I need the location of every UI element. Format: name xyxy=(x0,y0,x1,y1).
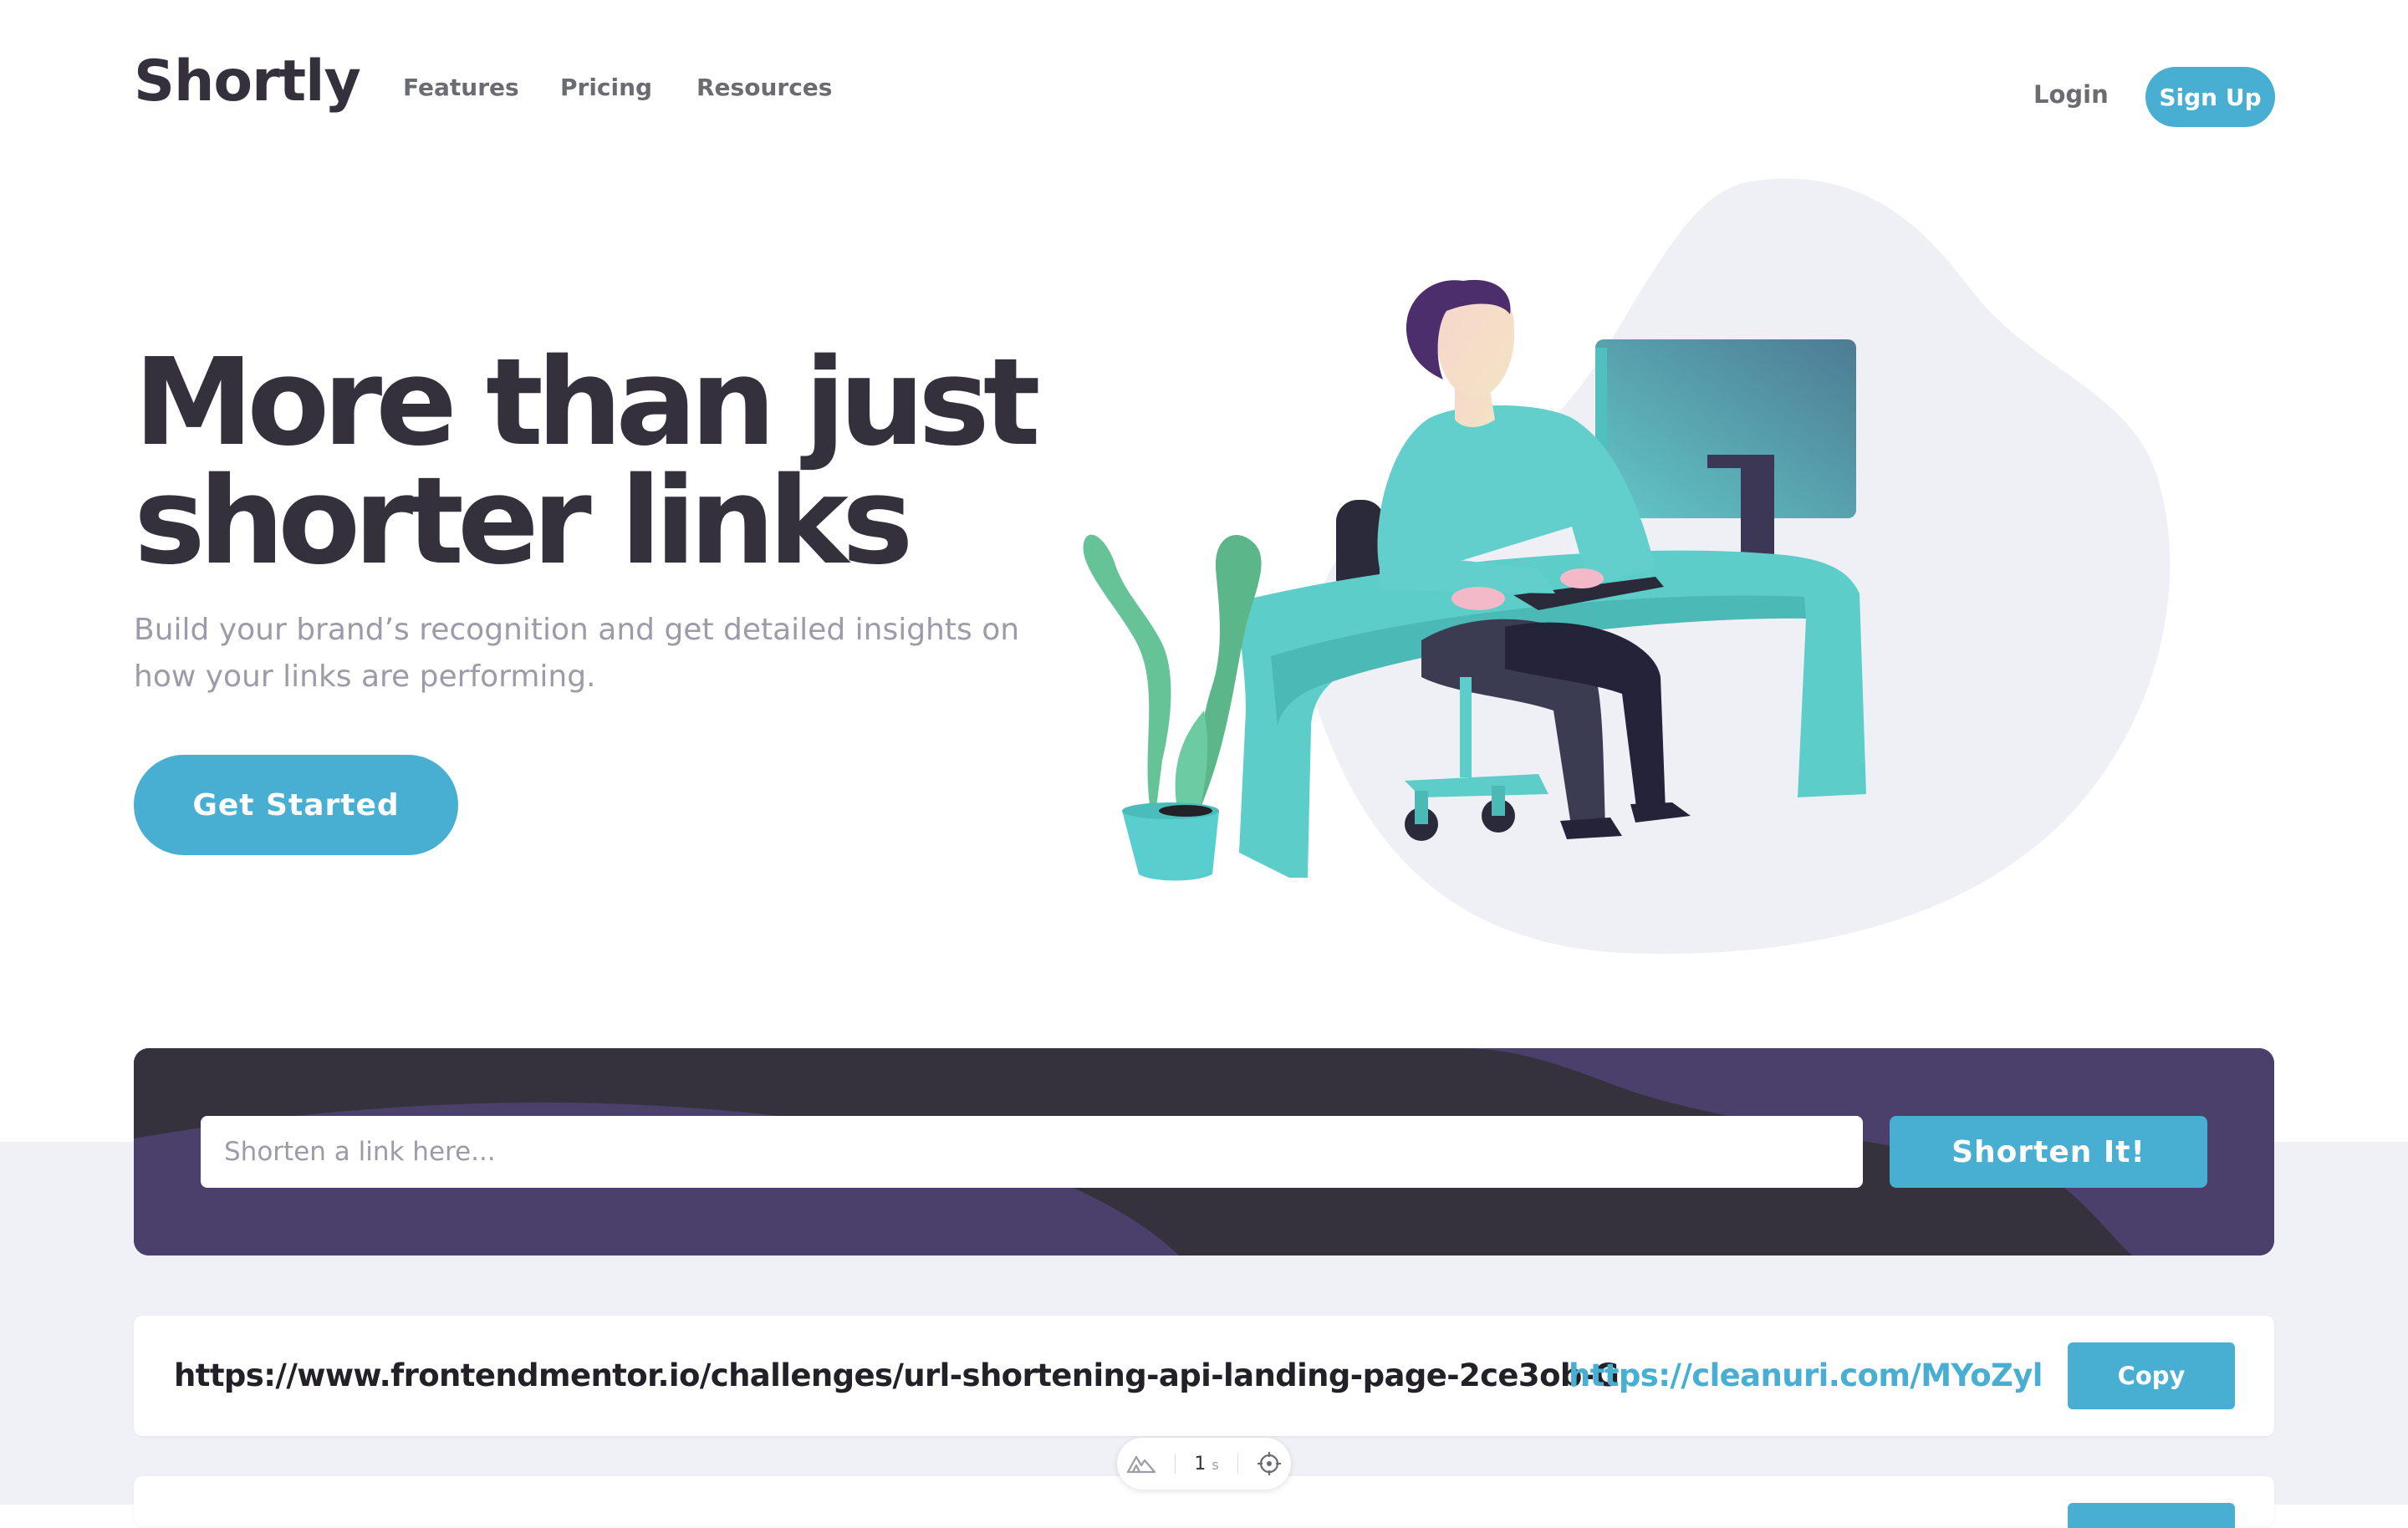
shorten-form: Shorten It! xyxy=(134,1048,2274,1256)
original-url: https://www.frontendmentor.io/challenges… xyxy=(174,1357,1620,1393)
copy-button[interactable]: Copy xyxy=(2068,1342,2235,1409)
nuxt-logo-icon[interactable] xyxy=(1126,1454,1156,1474)
render-time-unit: s xyxy=(1212,1456,1219,1473)
hero-subtitle: Build your brand’s recognition and get d… xyxy=(134,613,1020,694)
get-started-button[interactable]: Get Started xyxy=(134,755,458,855)
divider xyxy=(1175,1454,1176,1474)
working-person-illustration xyxy=(1083,178,2171,955)
monitor xyxy=(1595,339,1856,518)
logo[interactable]: Shortly xyxy=(134,48,361,115)
short-url[interactable]: https://cleanuri.com/MYoZyl xyxy=(1569,1357,2043,1393)
copy-button[interactable] xyxy=(2068,1503,2235,1528)
login-link[interactable]: Login xyxy=(2033,80,2109,109)
plant-pot xyxy=(1122,811,1219,881)
hero-title: More than just shorter links xyxy=(134,332,1054,591)
hero-title-line: shorter links xyxy=(134,451,914,591)
result-card: https://www.frontendmentor.io/challenges… xyxy=(134,1316,2274,1436)
render-time: 1 s xyxy=(1194,1454,1218,1475)
signup-button[interactable]: Sign Up xyxy=(2145,67,2275,127)
divider xyxy=(1237,1454,1238,1474)
dev-toolbar[interactable]: 1 s xyxy=(1117,1438,1291,1490)
nav-resources[interactable]: Resources xyxy=(696,74,832,101)
nav-pricing[interactable]: Pricing xyxy=(560,74,652,101)
nav-features[interactable]: Features xyxy=(403,74,519,101)
plant xyxy=(1083,534,1171,828)
render-time-value: 1 xyxy=(1194,1453,1207,1475)
shorten-button[interactable]: Shorten It! xyxy=(1890,1116,2207,1188)
shorten-input[interactable] xyxy=(201,1116,1863,1188)
crosshair-icon[interactable] xyxy=(1257,1451,1282,1476)
hero-title-line: More than just xyxy=(134,332,1041,472)
